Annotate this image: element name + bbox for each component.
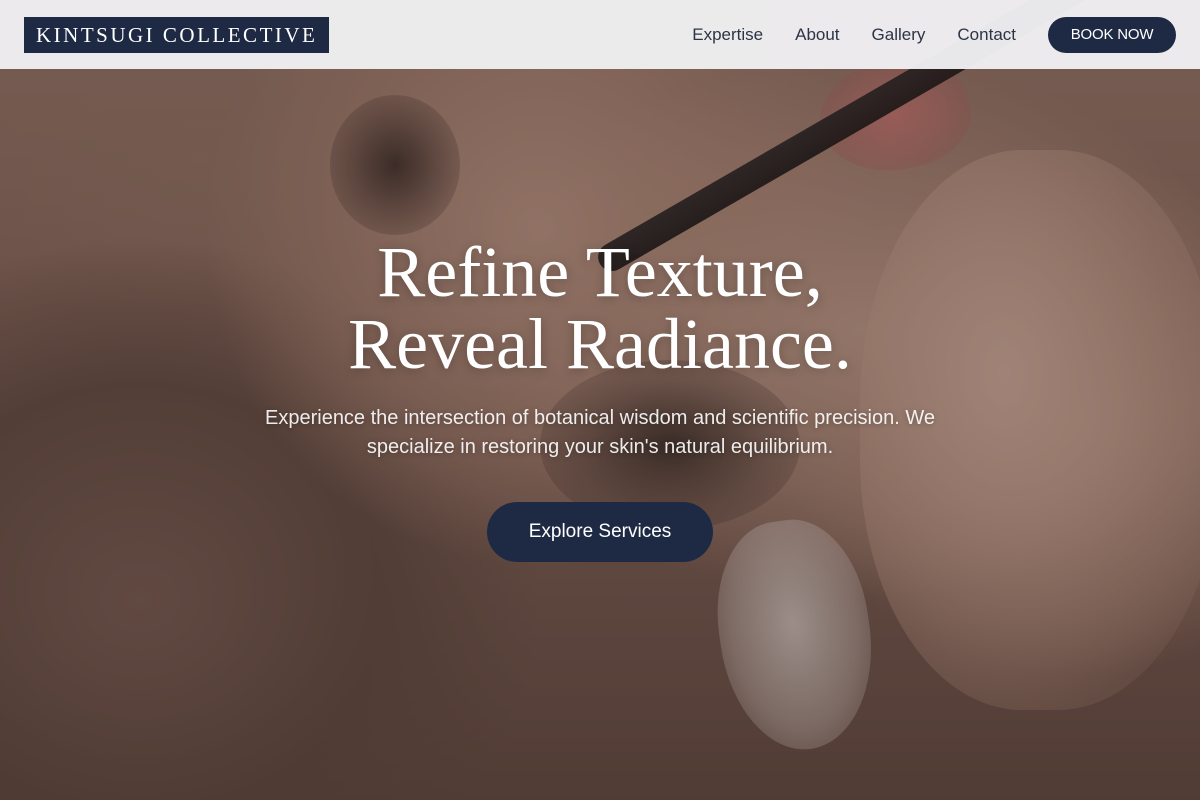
hero-subtext: Experience the intersection of botanical… bbox=[265, 407, 935, 458]
hero-section: Refine Texture, Reveal Radiance. Experie… bbox=[0, 0, 1200, 800]
explore-services-button[interactable]: Explore Services bbox=[487, 502, 713, 562]
page: KINTSUGI COLLECTIVE Expertise About Gall… bbox=[0, 0, 1200, 800]
hero-headline-line2: Reveal Radiance. bbox=[348, 304, 852, 384]
nav-link-gallery[interactable]: Gallery bbox=[872, 25, 926, 45]
site-header: KINTSUGI COLLECTIVE Expertise About Gall… bbox=[0, 0, 1200, 69]
hero-headline-line1: Refine Texture, bbox=[377, 232, 823, 312]
site-logo[interactable]: KINTSUGI COLLECTIVE bbox=[24, 16, 330, 53]
book-now-button[interactable]: BOOK NOW bbox=[1048, 16, 1176, 53]
nav-link-expertise[interactable]: Expertise bbox=[692, 25, 763, 45]
nav-link-contact[interactable]: Contact bbox=[957, 25, 1016, 45]
main-nav: Expertise About Gallery Contact BOOK NOW bbox=[692, 16, 1176, 53]
nav-link-about[interactable]: About bbox=[795, 25, 839, 45]
hero-headline: Refine Texture, Reveal Radiance. bbox=[0, 236, 1200, 380]
